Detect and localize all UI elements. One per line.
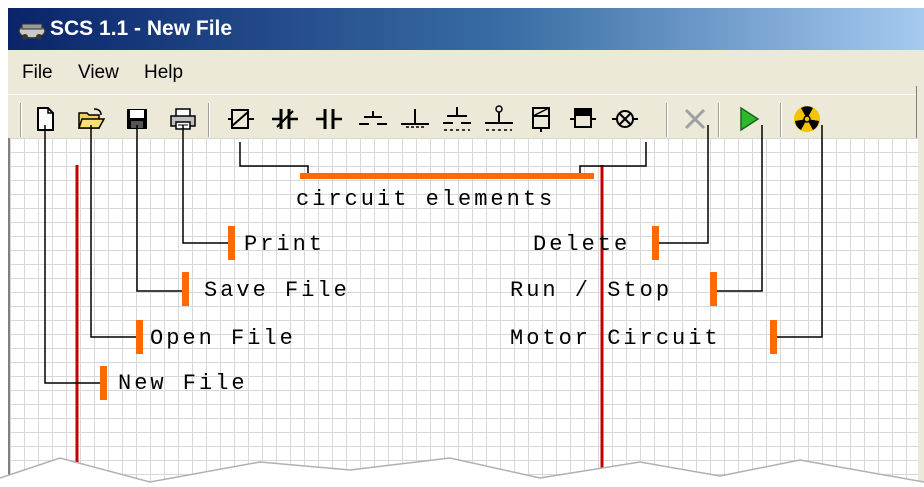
switch-nc-icon (485, 105, 513, 131)
element-nc-contact-button[interactable] (270, 103, 300, 135)
pushbutton-no-icon (359, 111, 387, 125)
toolbar-separator (208, 103, 210, 137)
save-file-button[interactable] (122, 103, 152, 135)
radiation-icon (794, 106, 820, 132)
pushbutton-nc-icon (401, 109, 429, 128)
print-button[interactable] (168, 103, 198, 135)
run-stop-button[interactable] (734, 103, 764, 135)
menu-view[interactable]: View (78, 62, 119, 84)
title-bar[interactable]: SCS 1.1 - New File (8, 8, 924, 50)
relay-icon (532, 107, 550, 132)
element-push-no-button[interactable] (358, 103, 388, 135)
motor-circuit-button[interactable] (792, 103, 822, 135)
timer-relay-icon (570, 108, 596, 128)
element-switch-nc-button[interactable] (484, 103, 514, 135)
element-push-nc-button[interactable] (400, 103, 430, 135)
printer-icon (170, 108, 196, 130)
menu-file[interactable]: File (22, 62, 53, 84)
element-coil-button[interactable] (226, 103, 256, 135)
delete-x-icon (684, 108, 706, 130)
toolbar-separator (780, 103, 782, 137)
menu-bar: File View Help (8, 50, 924, 95)
lamp-icon (612, 110, 638, 128)
toolbar-separator (20, 103, 22, 137)
toolbar-separator (718, 103, 720, 137)
element-relay-button[interactable] (526, 103, 556, 135)
element-timer-button[interactable] (568, 103, 598, 135)
coil-icon (228, 109, 254, 129)
screenshot-frame: SCS 1.1 - New File File View Help circui… (0, 0, 924, 487)
delete-button[interactable] (680, 103, 710, 135)
menu-help[interactable]: Help (144, 62, 183, 84)
new-file-button[interactable] (30, 103, 60, 135)
floppy-disk-icon (127, 109, 147, 129)
new-file-icon (37, 107, 54, 131)
play-icon (740, 106, 760, 132)
element-lamp-button[interactable] (610, 103, 640, 135)
switch-no-icon (443, 107, 471, 131)
window-title: SCS 1.1 - New File (50, 17, 233, 40)
normally-open-contact-icon (316, 109, 342, 129)
toolbar-separator (666, 103, 668, 137)
circuit-canvas[interactable] (8, 138, 918, 487)
element-switch-no-button[interactable] (442, 103, 472, 135)
app-icon (18, 23, 46, 40)
element-no-contact-button[interactable] (314, 103, 344, 135)
open-file-button[interactable] (76, 103, 106, 135)
open-folder-icon (77, 108, 105, 129)
normally-closed-contact-icon (272, 109, 298, 129)
